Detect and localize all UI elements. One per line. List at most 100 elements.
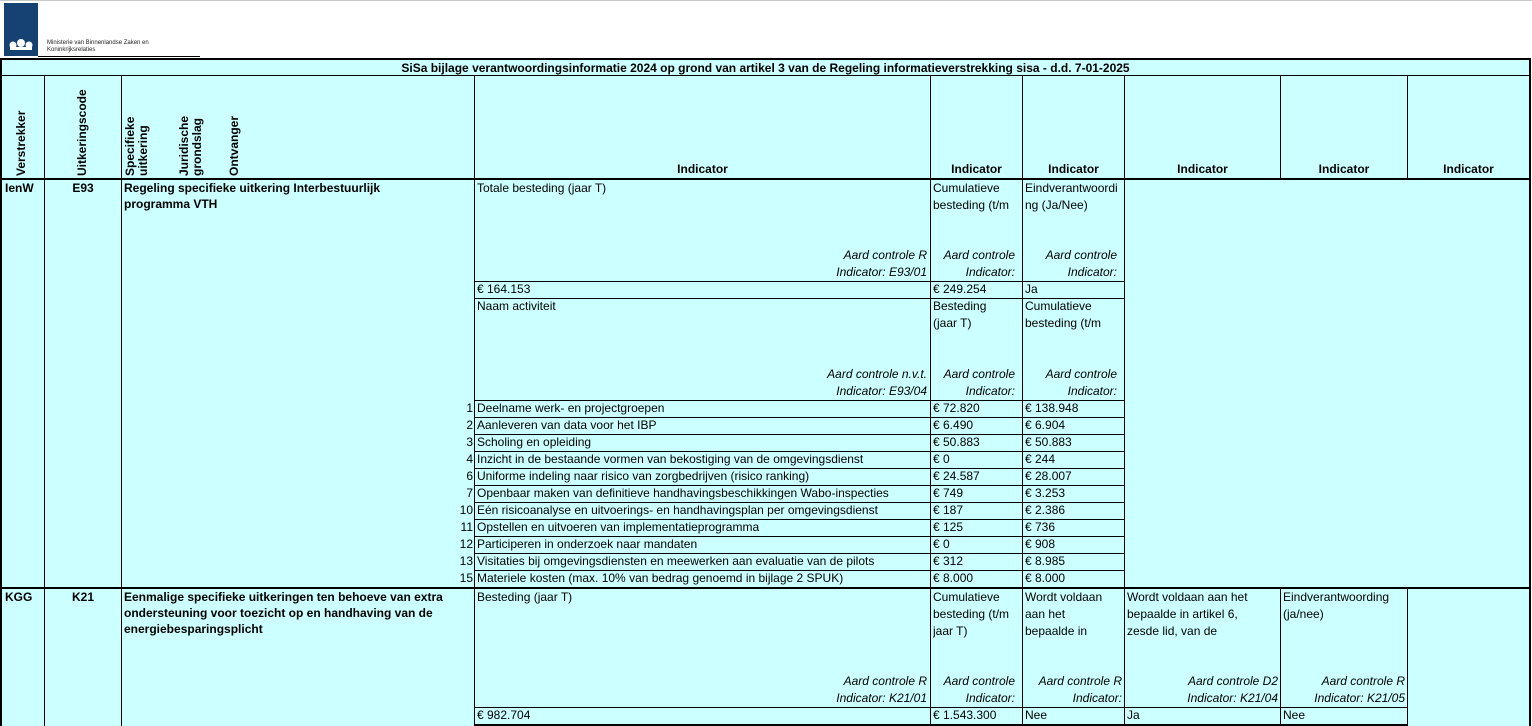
header-ontvanger: Ontvanger	[227, 115, 241, 176]
activity-name: Participeren in onderzoek naar mandaten	[477, 537, 698, 551]
activity-nr: 15	[459, 571, 473, 585]
k21-val5: Nee	[1283, 708, 1306, 722]
activity-nr: 7	[466, 486, 473, 500]
e93-verstrekker: IenW	[5, 181, 34, 195]
col-line	[1124, 180, 1125, 588]
activity-name: Scholing en opleiding	[477, 435, 592, 449]
activity-name: Uniforme indeling naar risico van zorgbe…	[477, 469, 810, 483]
header-specifieke-uitkering: Specifieke uitkering	[123, 116, 150, 176]
activity-besteding: € 6.490	[933, 418, 974, 432]
k21-code: K21	[71, 590, 94, 604]
k21-ctrl2: Aard controle Indicator:	[943, 674, 1015, 705]
activity-besteding: € 125	[933, 520, 964, 534]
top-border	[0, 0, 1532, 1]
logo	[4, 3, 38, 56]
e93-block1-val2: € 249.254	[933, 282, 987, 296]
e93-block1-ctrl3: Aard controle Indicator:	[1045, 248, 1117, 279]
e93-block1-ctrl2: Aard controle Indicator:	[943, 248, 1015, 279]
e93-block2-ctrl3: Aard controle Indicator:	[1045, 367, 1117, 398]
e93-block1-ctrl1: Aard controle R Indicator: E93/01	[836, 248, 927, 279]
activity-name: Materiele kosten (max. 10% van bedrag ge…	[477, 571, 844, 585]
activity-besteding: € 312	[933, 554, 964, 568]
e93-block1-val3: Ja	[1025, 282, 1038, 296]
k21-name: Eenmalige specifieke uitkeringen ten beh…	[124, 590, 443, 636]
ministry-name: Ministerie van Binnenlandse Zaken en Kon…	[47, 40, 149, 53]
k21-ctrl3: Aard controle R Indicator:	[1038, 674, 1122, 705]
crest-icon	[9, 39, 33, 50]
activity-cumulatief: € 50.883	[1025, 435, 1072, 449]
k21-ctrl4: Aard controle D2 Indicator: K21/04	[1187, 674, 1278, 705]
activity-cumulatief: € 138.948	[1025, 401, 1079, 415]
e93-block1-val1: € 164.153	[477, 282, 531, 296]
k21-val2: € 1.543.300	[933, 708, 997, 722]
activity-nr: 3	[466, 435, 473, 449]
logo-underline	[38, 56, 200, 57]
sheet-title: SiSa bijlage verantwoordingsinformatie 2…	[0, 58, 1531, 76]
activity-name: Eén risicoanalyse en uitvoerings- en han…	[477, 503, 878, 517]
e93-block1-col2: Cumulatieve besteding (t/m	[933, 181, 1010, 212]
activity-cumulatief: € 8.985	[1025, 554, 1066, 568]
k21-verstrekker: KGG	[5, 590, 33, 604]
e93-block1-col3: Eindverantwoordi ng (Ja/Nee)	[1025, 181, 1118, 212]
activity-besteding: € 24.587	[933, 469, 980, 483]
activity-cumulatief: € 6.904	[1025, 418, 1066, 432]
header-uitkeringscode: Uitkeringscode	[75, 89, 89, 176]
k21-col3: Wordt voldaan aan het bepaalde in	[1025, 590, 1103, 638]
e93-name: Regeling specifieke uitkering Interbestu…	[124, 181, 381, 211]
k21-col5: Eindverantwoording (ja/nee)	[1283, 590, 1390, 621]
e93-code: E93	[72, 181, 94, 195]
e93-block1-col1: Totale besteding (jaar T)	[477, 181, 607, 195]
activity-name: Openbaar maken van definitieve handhavin…	[477, 486, 889, 500]
activity-name: Inzicht in de bestaande vormen van bekos…	[477, 452, 864, 466]
header-indicator: Indicator	[677, 162, 728, 176]
activity-cumulatief: € 2.386	[1025, 503, 1066, 517]
e93-block2-ctrl2: Aard controle Indicator:	[943, 367, 1015, 398]
activity-besteding: € 0	[933, 452, 950, 466]
k21-ctrl1: Aard controle R Indicator: K21/01	[836, 674, 927, 705]
activity-cumulatief: € 908	[1025, 537, 1056, 551]
col-line	[1407, 589, 1408, 726]
k21-col4: Wordt voldaan aan het bepaalde in artikel…	[1127, 590, 1248, 638]
header-juridische-grondslag: Juridische grondslag	[177, 115, 204, 176]
activity-besteding: € 187	[933, 503, 964, 517]
e93-block2-col1: Naam activiteit	[477, 299, 556, 313]
activity-besteding: € 8.000	[933, 571, 974, 585]
activity-name: Aanleveren van data voor het IBP	[477, 418, 657, 432]
activity-name: Opstellen en uitvoeren van implementatie…	[477, 520, 760, 534]
activity-besteding: € 50.883	[933, 435, 980, 449]
activity-nr: 2	[466, 418, 473, 432]
col-line	[121, 76, 122, 726]
k21-col1: Besteding (jaar T)	[477, 590, 573, 604]
e93-block2-ctrl1: Aard controle n.v.t. Indicator: E93/04	[827, 367, 927, 398]
activity-nr: 6	[466, 469, 473, 483]
activity-nr: 11	[460, 520, 473, 534]
header-indicator: Indicator	[1318, 162, 1370, 176]
activity-nr: 10	[459, 503, 473, 517]
col-line	[1529, 58, 1531, 726]
k21-val3: Nee	[1025, 708, 1048, 722]
activity-cumulatief: € 244	[1025, 452, 1056, 466]
activity-cumulatief: € 8.000	[1025, 571, 1066, 585]
e93-block2-col3: Cumulatieve besteding (t/m	[1025, 299, 1102, 330]
header-indicator: Indicator	[951, 162, 1002, 176]
activity-name: Visitaties bij omgevingsdiensten en meew…	[477, 554, 875, 568]
col-line	[44, 76, 45, 726]
header-verstrekker: Verstrekker	[14, 110, 28, 176]
header-indicator: Indicator	[1443, 162, 1494, 176]
k21-col2: Cumulatieve besteding (t/m jaar T)	[933, 590, 1010, 638]
activity-cumulatief: € 28.007	[1025, 469, 1072, 483]
activity-cumulatief: € 3.253	[1025, 486, 1066, 500]
k21-val1: € 982.704	[477, 708, 531, 722]
header-indicator: Indicator	[1177, 162, 1228, 176]
e93-block2-col2: Besteding (jaar T)	[933, 299, 987, 330]
k21-val4: Ja	[1127, 708, 1140, 722]
activity-nr: 13	[459, 554, 473, 568]
activity-besteding: € 0	[933, 537, 950, 551]
k21-ctrl5: Aard controle R Indicator: K21/05	[1314, 674, 1405, 705]
activity-besteding: € 749	[933, 486, 964, 500]
activity-name: Deelname werk- en projectgroepen	[477, 401, 665, 415]
activity-nr: 12	[459, 537, 473, 551]
activity-nr: 4	[466, 452, 473, 466]
header-indicator: Indicator	[1048, 162, 1099, 176]
activity-besteding: € 72.820	[933, 401, 980, 415]
